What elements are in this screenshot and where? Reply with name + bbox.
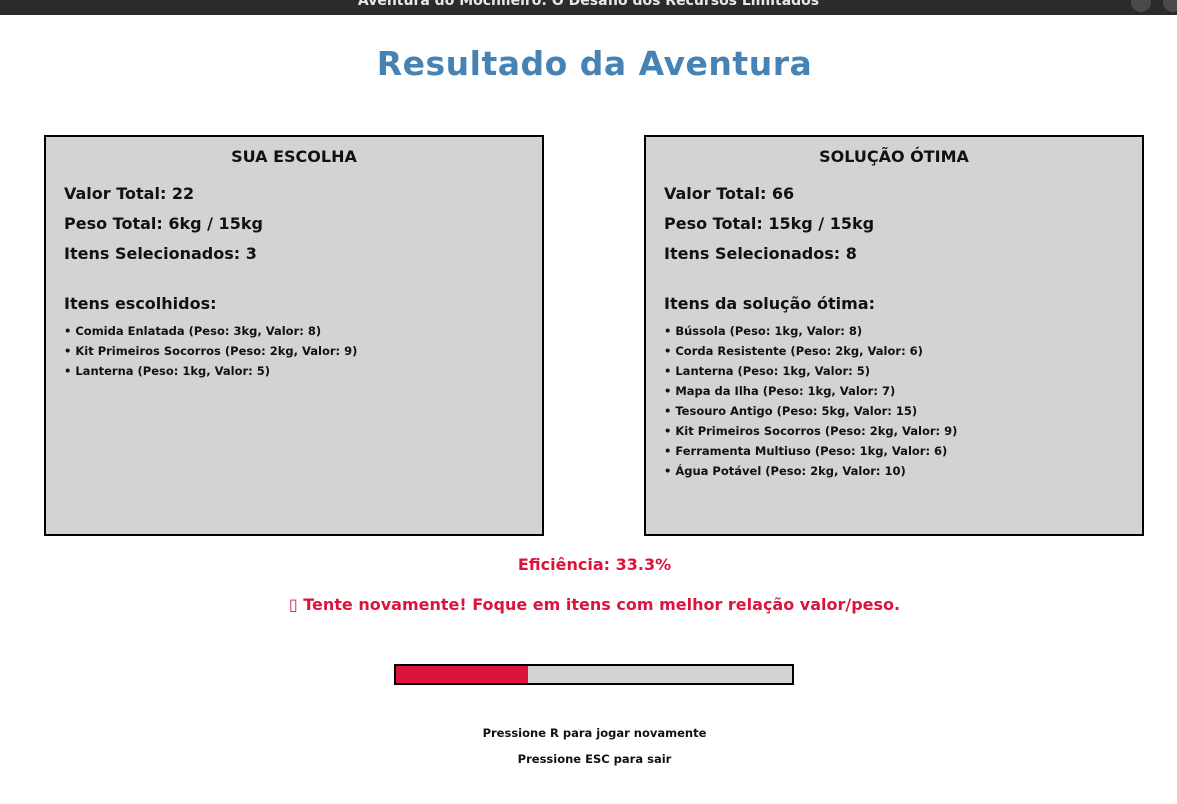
optimal-items-title: Itens da solução ótima:: [664, 294, 875, 313]
optimal-total-weight: Peso Total: 15kg / 15kg: [664, 214, 875, 233]
player-choice-panel: SUA ESCOLHA Valor Total: 22 Peso Total: …: [44, 135, 544, 536]
optimal-solution-panel: SOLUÇÃO ÓTIMA Valor Total: 66 Peso Total…: [644, 135, 1144, 536]
window-titlebar: Aventura do Mochileiro: O Desafio dos Re…: [0, 0, 1177, 15]
player-items-title: Itens escolhidos:: [64, 294, 217, 313]
list-item: • Lanterna (Peso: 1kg, Valor: 5): [64, 364, 271, 378]
list-item: • Mapa da Ilha (Peso: 1kg, Valor: 7): [664, 384, 896, 398]
feedback-message: ▯ Tente novamente! Foque em itens com me…: [288, 595, 901, 614]
optimal-total-value: Valor Total: 66: [664, 184, 795, 203]
efficiency-progress-fill: [396, 666, 528, 683]
exit-instruction: Pressione ESC para sair: [517, 752, 672, 766]
list-item: • Corda Resistente (Peso: 2kg, Valor: 6): [664, 344, 923, 358]
player-selected-count: Itens Selecionados: 3: [64, 244, 257, 263]
window-title: Aventura do Mochileiro: O Desafio dos Re…: [357, 0, 820, 9]
optimal-panel-title: SOLUÇÃO ÓTIMA: [819, 147, 969, 166]
player-total-weight: Peso Total: 6kg / 15kg: [64, 214, 263, 233]
efficiency-progress-bar: [394, 664, 794, 685]
player-panel-title: SUA ESCOLHA: [231, 147, 357, 166]
player-total-value: Valor Total: 22: [64, 184, 195, 203]
efficiency-label: Eficiência: 33.3%: [517, 555, 672, 574]
optimal-items-list: • Bússola (Peso: 1kg, Valor: 8) • Corda …: [664, 323, 957, 483]
list-item: • Ferramenta Multiuso (Peso: 1kg, Valor:…: [664, 444, 948, 458]
optimal-selected-count: Itens Selecionados: 8: [664, 244, 857, 263]
minimize-button[interactable]: [1131, 0, 1151, 12]
replay-instruction: Pressione R para jogar novamente: [482, 726, 707, 740]
list-item: • Tesouro Antigo (Peso: 5kg, Valor: 15): [664, 404, 918, 418]
page-title: Resultado da Aventura: [376, 44, 813, 83]
list-item: • Água Potável (Peso: 2kg, Valor: 10): [664, 464, 906, 478]
list-item: • Lanterna (Peso: 1kg, Valor: 5): [664, 364, 871, 378]
player-items-list: • Comida Enlatada (Peso: 3kg, Valor: 8) …: [64, 323, 357, 383]
list-item: • Comida Enlatada (Peso: 3kg, Valor: 8): [64, 324, 322, 338]
list-item: • Kit Primeiros Socorros (Peso: 2kg, Val…: [664, 424, 958, 438]
list-item: • Kit Primeiros Socorros (Peso: 2kg, Val…: [64, 344, 358, 358]
list-item: • Bússola (Peso: 1kg, Valor: 8): [664, 324, 863, 338]
close-button[interactable]: [1163, 0, 1177, 12]
